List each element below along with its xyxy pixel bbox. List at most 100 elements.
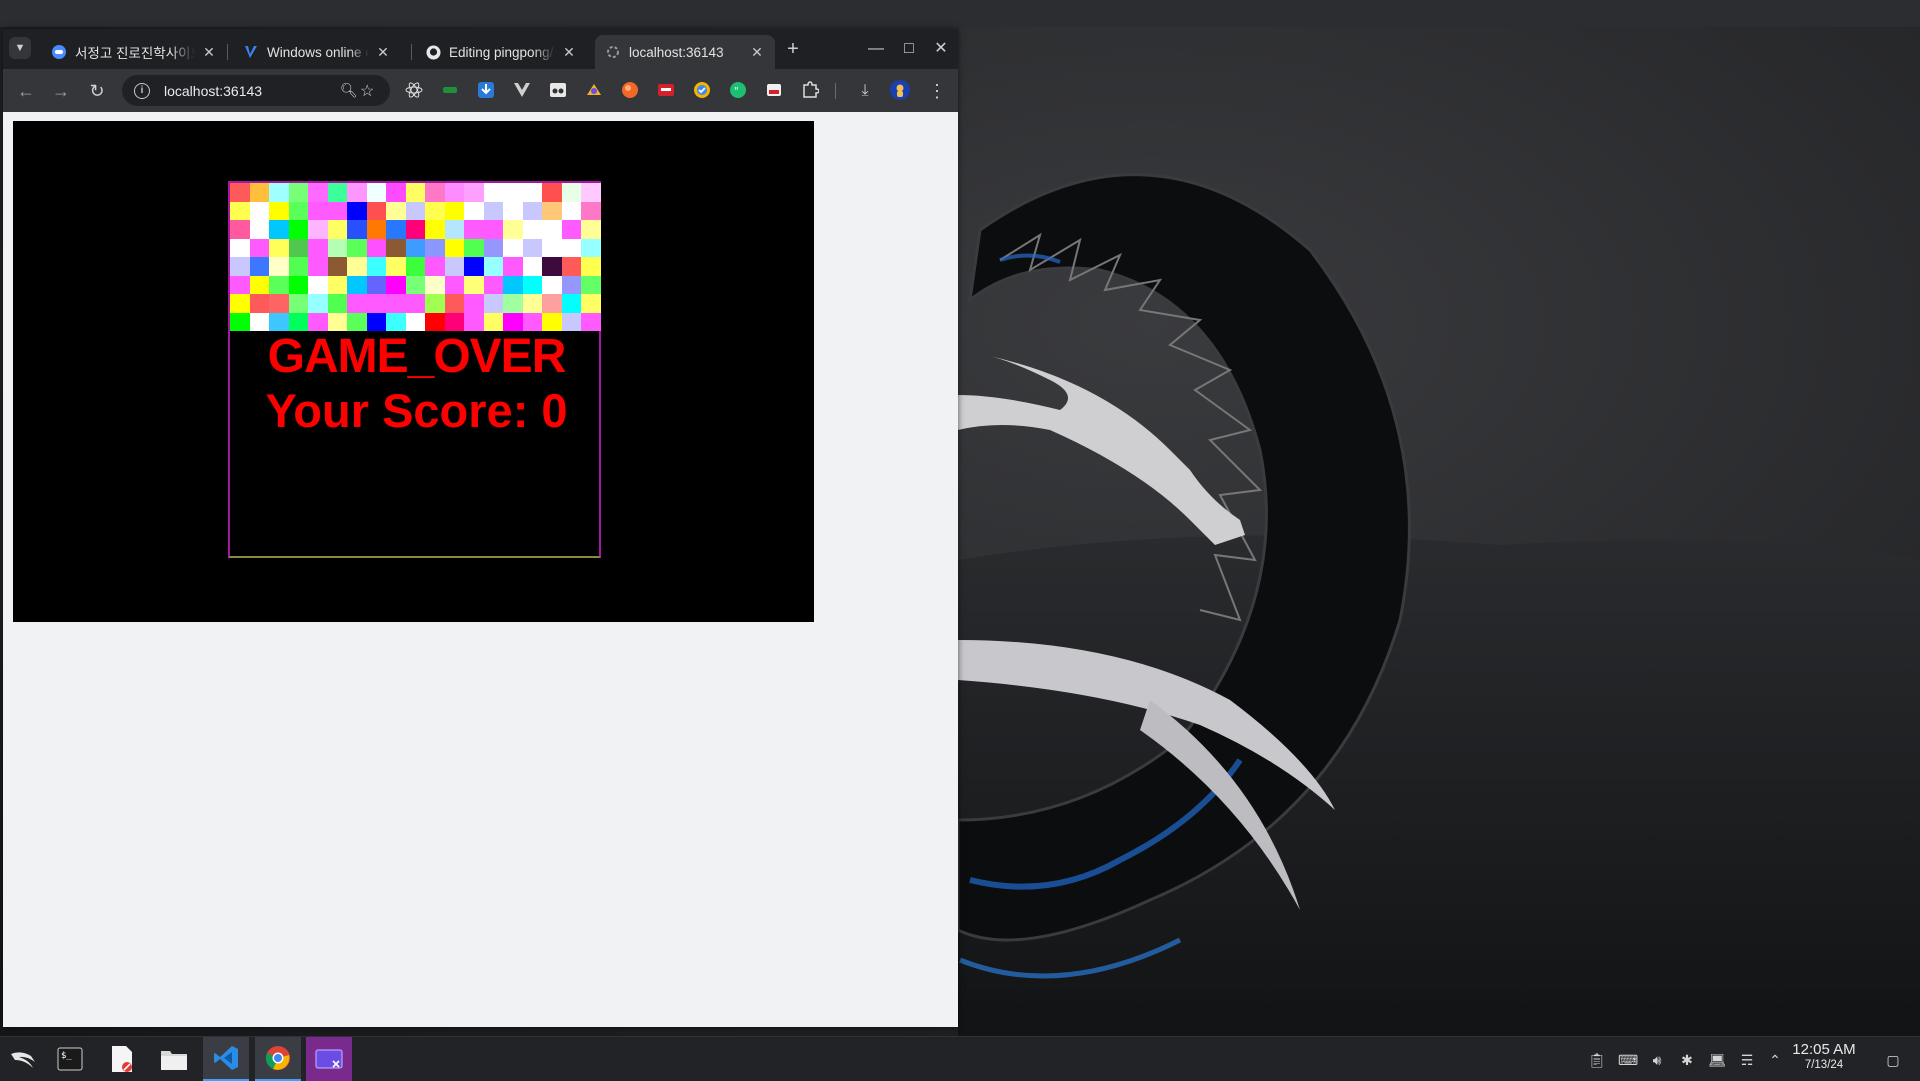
brick <box>522 183 542 202</box>
brick <box>269 183 289 202</box>
terminal-icon: $_ <box>57 1047 83 1071</box>
brick <box>405 220 425 239</box>
tab-close-icon[interactable]: ✕ <box>561 44 577 60</box>
brick <box>386 201 406 220</box>
brick <box>269 220 289 239</box>
chrome-button[interactable] <box>255 1037 301 1081</box>
puzzle-icon[interactable] <box>801 81 819 99</box>
sparkle-ext-icon[interactable] <box>585 81 603 99</box>
brick <box>230 238 250 257</box>
brick <box>347 275 367 294</box>
clock-date: 7/13/24 <box>1804 1059 1844 1071</box>
react-icon[interactable] <box>405 81 423 99</box>
game-canvas[interactable]: GAME_OVER Your Score: 0 <box>13 121 814 622</box>
brick <box>581 183 601 202</box>
tab-search-button[interactable]: ▼ <box>9 37 31 59</box>
site-info-icon[interactable]: i <box>134 82 150 99</box>
display-icon[interactable]: 💻︎ <box>1708 1051 1726 1069</box>
brick <box>464 201 484 220</box>
address-bar[interactable]: i localhost:36143 🔍︎ ☆ <box>122 75 390 106</box>
back-button[interactable]: ← <box>15 80 37 102</box>
kebab-menu-icon[interactable]: ⋮ <box>926 80 948 102</box>
brick <box>483 220 503 239</box>
text-editor-button[interactable] <box>99 1037 145 1081</box>
show-desktop-icon[interactable]: ▢ <box>1884 1051 1902 1069</box>
brick <box>327 257 347 276</box>
svg-text:$_: $_ <box>61 1051 72 1061</box>
brick <box>288 201 308 220</box>
adobe-ext-icon[interactable] <box>657 81 675 99</box>
glasses-icon[interactable] <box>549 81 567 99</box>
tab-0[interactable]: 서정고 진로진학사이트 ✕ <box>41 35 227 69</box>
tab-close-icon[interactable]: ✕ <box>375 44 391 60</box>
brick <box>581 294 601 313</box>
reload-button[interactable]: ↻ <box>86 80 108 102</box>
tab-2[interactable]: Editing pingpong/ ✕ <box>415 35 587 69</box>
brick <box>288 294 308 313</box>
new-tab-button[interactable]: + <box>783 39 803 59</box>
tab-close-icon[interactable]: ✕ <box>201 44 217 60</box>
green-ext-icon[interactable] <box>441 81 459 99</box>
toolbar-divider <box>835 83 836 99</box>
tab-1[interactable]: Windows online editor ✕ <box>233 35 401 69</box>
brick <box>269 201 289 220</box>
brick <box>425 275 445 294</box>
brick <box>405 275 425 294</box>
brick <box>308 183 328 202</box>
github-icon <box>425 44 441 60</box>
brick <box>464 183 484 202</box>
bookmark-star-icon[interactable]: ☆ <box>360 81 382 101</box>
app-menu-button[interactable] <box>0 1037 46 1081</box>
brick <box>444 238 464 257</box>
brick <box>347 220 367 239</box>
maximize-button[interactable]: □ <box>899 39 919 59</box>
vue-icon[interactable] <box>513 81 531 99</box>
brick <box>288 238 308 257</box>
brick <box>444 220 464 239</box>
address-url[interactable]: localhost:36143 <box>164 83 340 99</box>
clock[interactable]: 12:05 AM 7/13/24 <box>1782 1041 1866 1071</box>
brick <box>366 294 386 313</box>
tab-3-active[interactable]: localhost:36143 ✕ <box>595 35 775 69</box>
downloads-icon[interactable]: ⤓ <box>854 80 876 102</box>
brick-grid <box>230 183 601 331</box>
orange-ext-icon[interactable] <box>621 81 639 99</box>
brick <box>542 238 562 257</box>
profile-avatar-icon[interactable] <box>890 80 910 100</box>
brick <box>444 201 464 220</box>
tab-close-icon[interactable]: ✕ <box>749 44 765 60</box>
chevron-down-icon: ▼ <box>14 42 26 54</box>
forward-button[interactable]: → <box>50 80 72 102</box>
brick <box>366 220 386 239</box>
brick <box>483 201 503 220</box>
page-content: GAME_OVER Your Score: 0 <box>3 112 958 1027</box>
brick <box>386 294 406 313</box>
download-blue-icon[interactable] <box>477 81 495 99</box>
volume-icon[interactable]: 🔊︎ <box>1648 1051 1666 1069</box>
file-manager-button[interactable] <box>151 1037 197 1081</box>
brick <box>366 201 386 220</box>
desktop-top-panel <box>0 0 1920 27</box>
brick <box>522 294 542 313</box>
brick <box>581 220 601 239</box>
screenshot-tool-button[interactable] <box>306 1037 352 1081</box>
stack-ext-icon[interactable] <box>765 81 783 99</box>
close-window-button[interactable]: ✕ <box>931 39 951 59</box>
kali-menu-icon <box>11 1052 35 1068</box>
zoom-icon[interactable]: 🔍︎ <box>340 82 360 99</box>
keyboard-icon[interactable]: ⌨ <box>1618 1051 1638 1069</box>
minimize-button[interactable]: — <box>866 39 886 59</box>
clipboard-icon[interactable]: 📋︎ <box>1588 1051 1606 1069</box>
wifi-icon[interactable]: ☴ <box>1738 1051 1756 1069</box>
brick <box>561 275 581 294</box>
tab-title: 서정고 진로진학사이트 <box>75 46 195 61</box>
terminal-button[interactable]: $_ <box>47 1037 93 1081</box>
chrome-check-icon[interactable] <box>693 81 711 99</box>
brick <box>503 275 523 294</box>
vscode-button[interactable] <box>203 1037 249 1081</box>
brick <box>464 257 484 276</box>
brick <box>327 294 347 313</box>
brick <box>542 183 562 202</box>
bluetooth-icon[interactable]: ✱ <box>1678 1051 1696 1069</box>
green-quote-icon[interactable]: " <box>729 81 747 99</box>
